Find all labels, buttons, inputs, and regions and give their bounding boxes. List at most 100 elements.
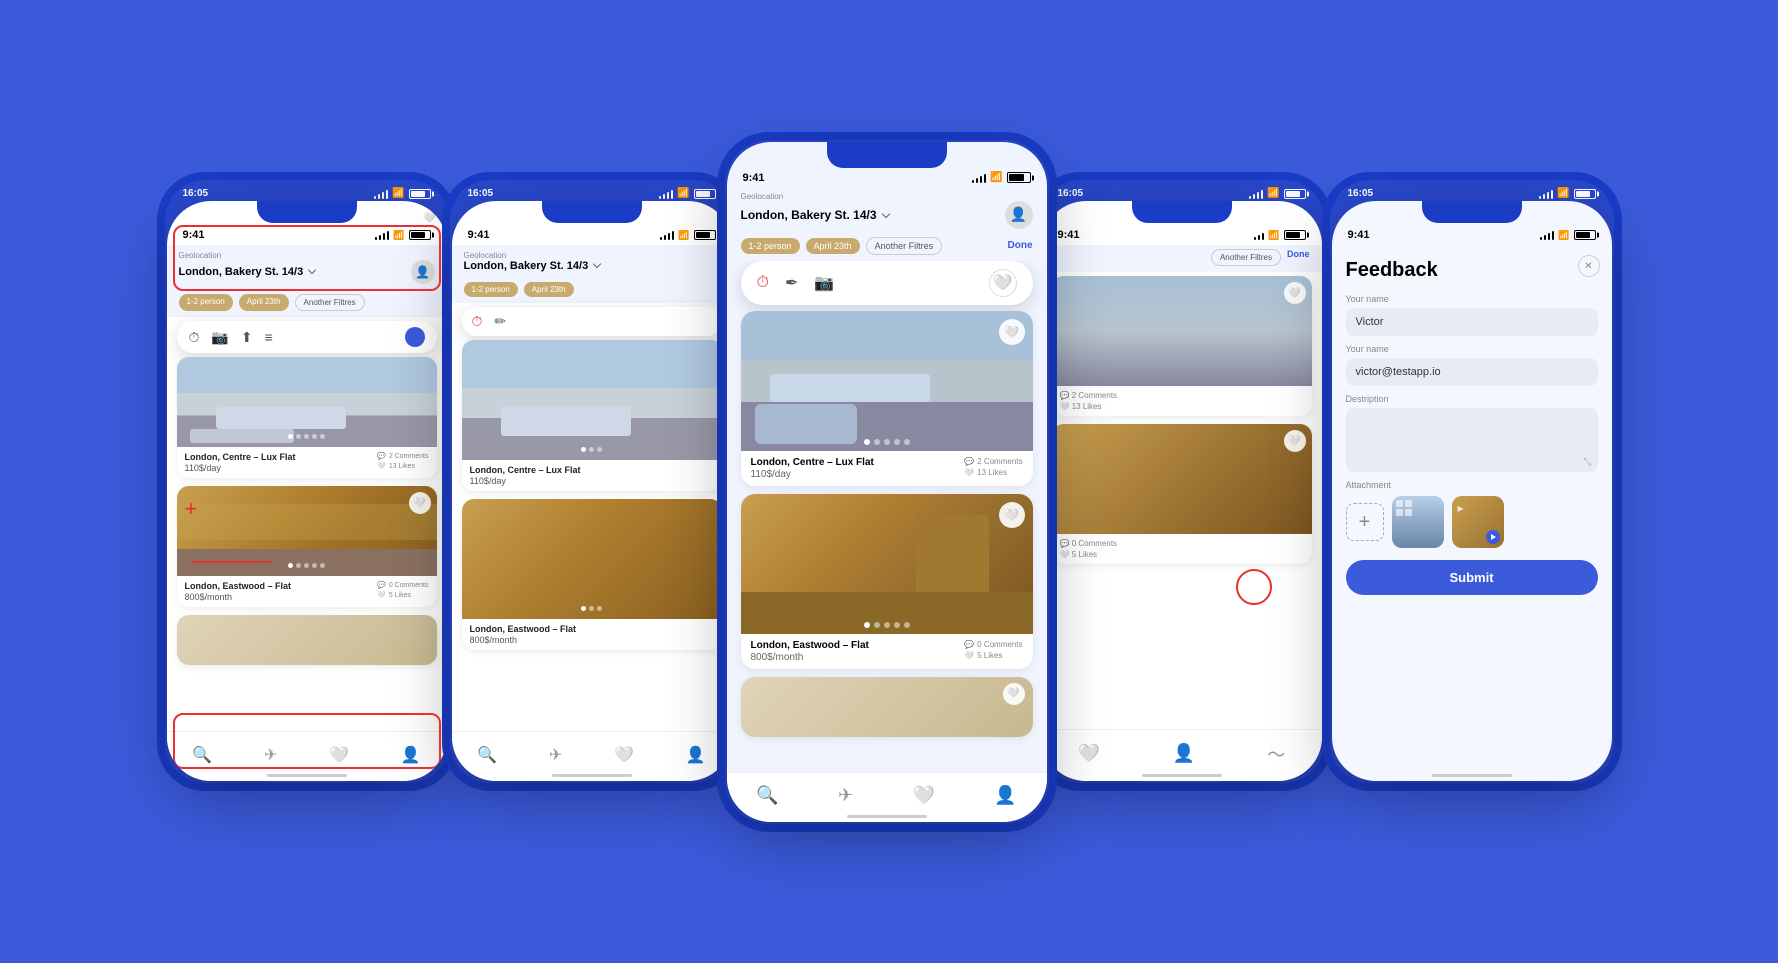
tool-search-btn-1[interactable]	[405, 327, 425, 347]
filter-chip-date-1[interactable]: April 23th	[239, 294, 289, 311]
phone-2-location[interactable]: London, Bakery St. 14/3	[464, 260, 601, 272]
card-comments-3-1: 💬 2 Comments	[964, 457, 1022, 466]
phone-1-outer-status: 16:05 📶	[167, 182, 447, 201]
listing-card-3-2[interactable]: 🤍 London, Eastwood – Flat	[741, 494, 1033, 669]
tool-timer-3[interactable]: ⏱	[757, 274, 769, 292]
filter-chip-more-1[interactable]: Another Filtres	[295, 294, 365, 311]
listing-card-1-3: 🤍	[177, 615, 437, 665]
card-comments-4-2: 💬 0 Comments	[1060, 539, 1118, 548]
attachment-row: +	[1346, 496, 1598, 548]
listing-card-2-2[interactable]: London, Eastwood – Flat 800$/month	[462, 499, 722, 650]
nav-wave-4[interactable]: 〜	[1267, 741, 1285, 767]
listing-card-1-1[interactable]: London, Centre – Lux Flat 110$/day 💬 2 C…	[177, 357, 437, 478]
phone-1-avatar[interactable]: 👤	[411, 260, 435, 284]
heart-btn-3-3[interactable]: 🤍	[1003, 683, 1025, 705]
tool-share-1[interactable]: ⬆	[241, 329, 253, 346]
phone-1-notch	[257, 201, 357, 223]
attachment-thumb-2[interactable]: ▶	[1452, 496, 1504, 548]
red-circle-annotation-4	[1236, 569, 1272, 605]
home-indicator-3	[847, 815, 927, 818]
nav-profile-2[interactable]: 👤	[686, 745, 706, 765]
card-comments-1-1: 💬 2 Comments	[377, 452, 428, 460]
card-comments-4-1: 💬 2 Comments	[1060, 391, 1118, 400]
nav-profile-3[interactable]: 👤	[994, 785, 1016, 806]
red-plus-annotation: +	[185, 496, 198, 522]
nav-search-3[interactable]: 🔍	[756, 785, 778, 806]
phone-3-filter-row: 1-2 person April 23th Another Filtres Do…	[727, 233, 1047, 261]
phone-2-time: 9:41	[468, 229, 490, 241]
heart-btn-1-2[interactable]: 🤍	[409, 492, 431, 514]
filter-chip-date-3[interactable]: April 23th	[806, 238, 860, 254]
email-input[interactable]: victor@testapp.io	[1346, 358, 1598, 386]
nav-heart-4[interactable]: 🤍	[1078, 743, 1100, 764]
home-indicator-4	[1142, 774, 1222, 777]
nav-flights-3[interactable]: ✈	[838, 785, 853, 806]
filter-chip-date-2[interactable]: April 23th	[524, 282, 574, 297]
phone-2-outer-time: 16:05	[468, 188, 494, 199]
listing-card-2-1[interactable]: London, Centre – Lux Flat 110$/day	[462, 340, 722, 491]
card-img-3-3: 🤍	[741, 677, 1033, 737]
listing-card-4-1[interactable]: 🤍 💬 2 Comments 🤍 13 Like	[1052, 276, 1312, 416]
tool-pen-2[interactable]: ✏	[494, 313, 506, 330]
tool-camera-3[interactable]: 📷	[814, 273, 834, 293]
card-comments-1-2: 💬 0 Comments	[377, 581, 428, 589]
phones-container: 16:05 📶	[0, 0, 1778, 963]
attachment-thumb-1[interactable]	[1392, 496, 1444, 548]
tool-camera-1[interactable]: 📷	[211, 329, 228, 346]
add-attachment-btn[interactable]: +	[1346, 503, 1384, 541]
nav-favorites-2[interactable]: 🤍	[614, 745, 634, 765]
tool-pen-3[interactable]: ✒	[785, 273, 798, 293]
heart-btn-4-1[interactable]: 🤍	[1284, 282, 1306, 304]
listing-card-3-1[interactable]: 🤍 London, Centre – Lux Flat	[741, 311, 1033, 486]
phone-1-time: 9:41	[183, 229, 205, 241]
nav-person-4[interactable]: 👤	[1172, 743, 1194, 764]
listing-card-3-3: 🤍	[741, 677, 1033, 737]
nav-favorites-3[interactable]: 🤍	[913, 785, 935, 806]
nav-search-1[interactable]: 🔍	[192, 745, 212, 765]
tool-timer-1[interactable]: ⏱	[189, 329, 200, 346]
listing-card-4-2[interactable]: 🤍 💬 0 Comments 🤍 5 Likes	[1052, 424, 1312, 564]
nav-favorites-1[interactable]: 🤍	[329, 745, 349, 765]
filter-chip-more-4[interactable]: Another Filtres	[1211, 249, 1281, 266]
filter-chip-more-3[interactable]: Another Filtres	[866, 237, 943, 255]
phone-3-notch	[827, 142, 947, 168]
done-btn-4[interactable]: Done	[1287, 249, 1310, 266]
battery-1	[409, 189, 431, 199]
heart-btn-3-2[interactable]: 🤍	[999, 502, 1025, 528]
nav-profile-1[interactable]: 👤	[401, 745, 421, 765]
nav-search-2[interactable]: 🔍	[477, 745, 497, 765]
card-title-1-2: London, Eastwood – Flat	[185, 581, 292, 591]
search-icon-3: 🔍	[756, 785, 778, 806]
filter-chip-persons-3[interactable]: 1-2 person	[741, 238, 800, 254]
heart-btn-4-2[interactable]: 🤍	[1284, 430, 1306, 452]
description-textarea[interactable]: ⤡	[1346, 408, 1598, 472]
card-price-3-1: 110$/day	[751, 469, 874, 480]
attachment-label: Attachment	[1346, 480, 1598, 490]
location-chevron-1	[308, 266, 316, 274]
phone-1-location[interactable]: London, Bakery St. 14/3	[179, 266, 316, 278]
phone-5-notch	[1422, 201, 1522, 223]
phone-2-outer-icons: 📶	[659, 188, 716, 199]
phone-3-location[interactable]: London, Bakery St. 14/3	[741, 208, 889, 222]
listing-card-1-2[interactable]: 🤍 London, Eastwood – Flat	[177, 486, 437, 607]
done-btn-3[interactable]: Done	[1008, 240, 1033, 251]
close-feedback-btn[interactable]: ✕	[1578, 255, 1600, 277]
filter-chip-persons-1[interactable]: 1-2 person	[179, 294, 233, 311]
tool-timer-2[interactable]: ⏱	[472, 313, 483, 330]
tool-menu-1[interactable]: ≡	[265, 329, 273, 345]
card-info-3-2: London, Eastwood – Flat 800$/month 💬 0 C…	[741, 634, 1033, 669]
phone-2-outer: 16:05 📶 9:41	[442, 172, 742, 791]
filter-chip-persons-2[interactable]: 1-2 person	[464, 282, 518, 297]
phone-4-outer-status: 16:05 📶	[1042, 182, 1322, 201]
phone-4-notch	[1132, 201, 1232, 223]
heart-btn-3-1[interactable]: 🤍	[999, 319, 1025, 345]
phone-3-avatar[interactable]: 👤	[1005, 201, 1033, 229]
name-input[interactable]: Victor	[1346, 308, 1598, 336]
heart-floating-3[interactable]: 🤍	[989, 269, 1017, 297]
submit-btn[interactable]: Submit	[1346, 560, 1598, 595]
nav-flights-2[interactable]: ✈	[549, 745, 562, 765]
nav-flights-1[interactable]: ✈	[264, 745, 277, 765]
name-label: Your name	[1346, 294, 1598, 304]
person-icon-1: 👤	[401, 745, 421, 765]
flight-icon-1: ✈	[264, 745, 277, 765]
